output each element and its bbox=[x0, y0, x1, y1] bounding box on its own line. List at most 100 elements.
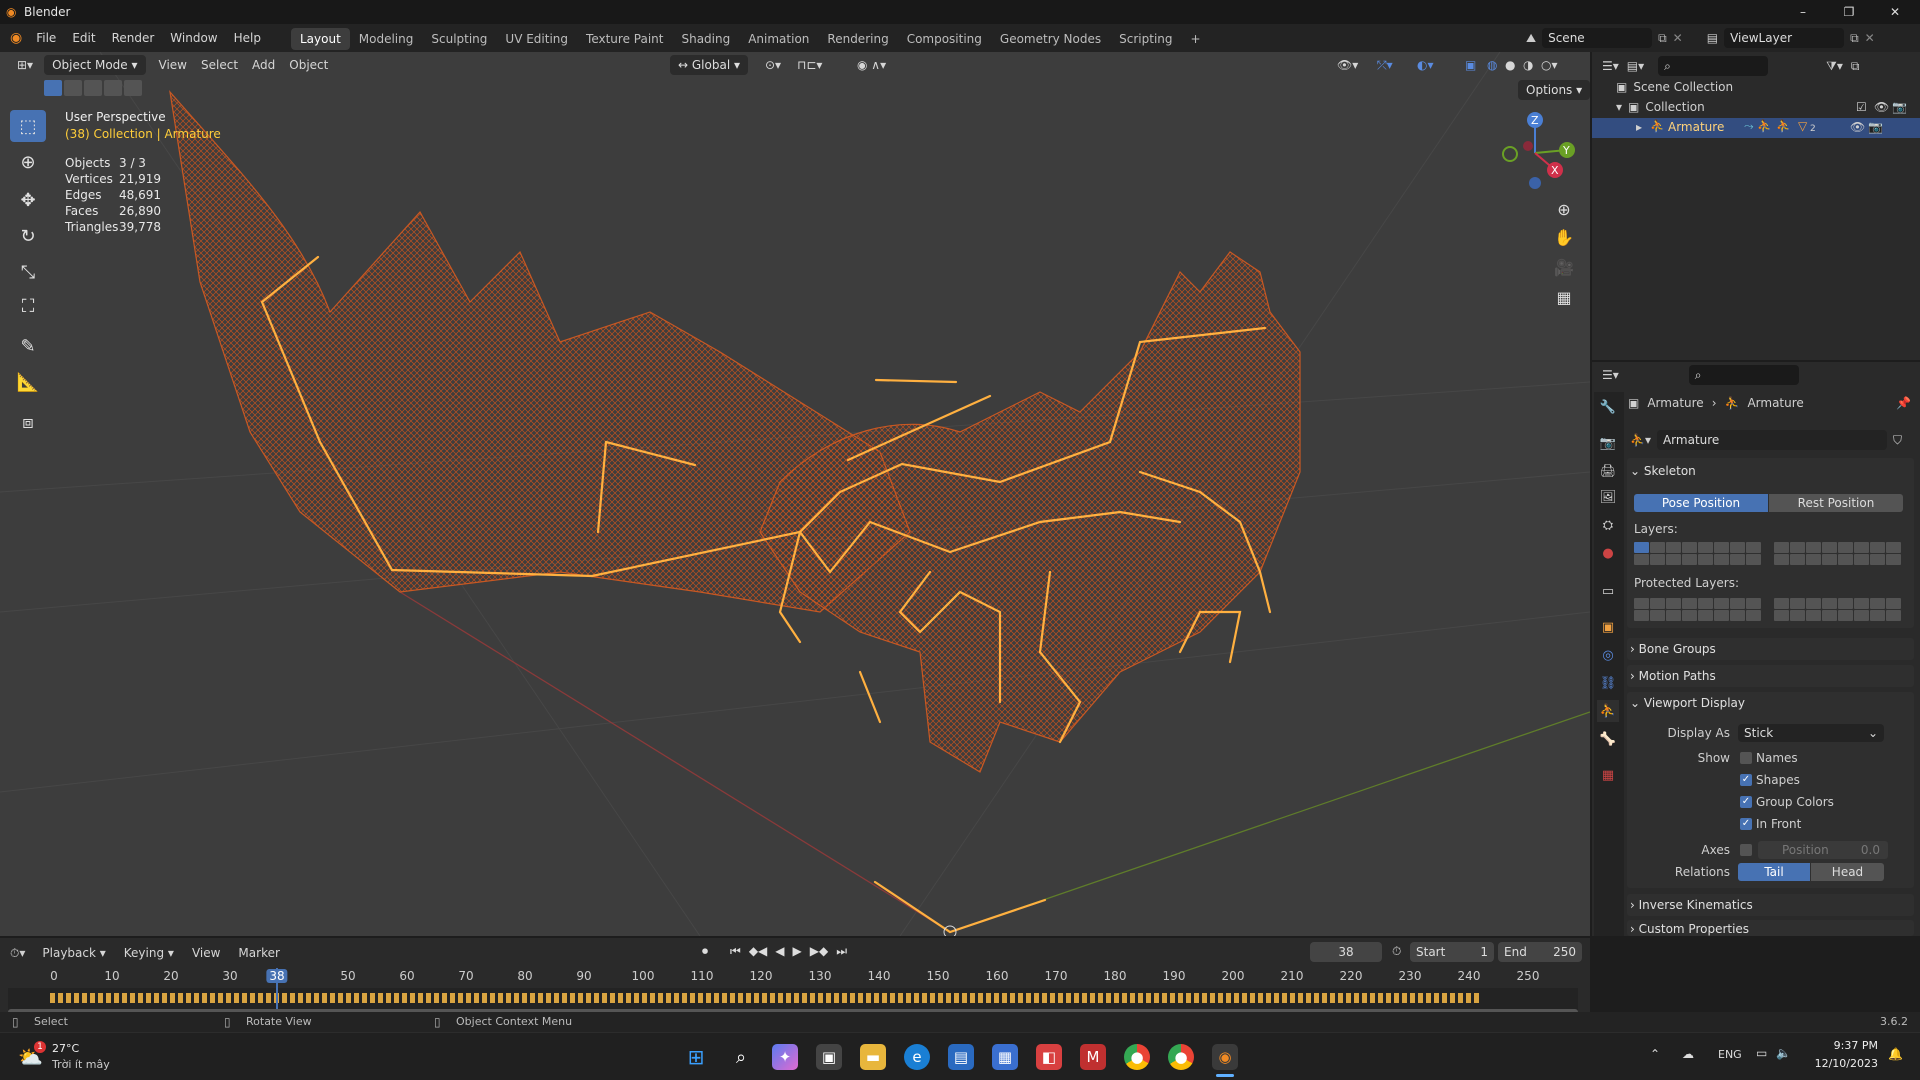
protected-layers-grid-right[interactable] bbox=[1774, 598, 1901, 621]
select-new-icon[interactable] bbox=[44, 80, 62, 96]
viewlayer-selector[interactable]: ViewLayer bbox=[1724, 28, 1845, 48]
include-checkbox-icon[interactable]: ☑ bbox=[1856, 100, 1867, 114]
chevron-up-icon[interactable]: ⌃ bbox=[1650, 1047, 1660, 1061]
outliner-scene-collection[interactable]: ▣ Scene Collection bbox=[1616, 80, 1733, 94]
viewport-menu-select[interactable]: Select bbox=[194, 54, 245, 76]
relations-tail-button[interactable]: Tail bbox=[1738, 863, 1810, 881]
file-explorer-icon[interactable]: ▬ bbox=[860, 1044, 886, 1070]
tab-uv-editing[interactable]: UV Editing bbox=[496, 28, 577, 50]
zoom-icon[interactable]: ⊕ bbox=[1551, 196, 1577, 222]
armature-data-tab-icon[interactable]: ⛹ bbox=[1597, 700, 1619, 722]
tab-shading[interactable]: Shading bbox=[672, 28, 739, 50]
outliner-collection[interactable]: ▾ ▣ Collection ☑ 👁 📷 bbox=[1616, 100, 1916, 114]
shapes-checkbox[interactable]: ✓ bbox=[1740, 774, 1752, 786]
object-tab-icon[interactable]: ▣ bbox=[1597, 616, 1619, 638]
display-as-dropdown[interactable]: Stick ⌄ bbox=[1738, 724, 1884, 742]
rendered-shading-icon[interactable]: ○▾ bbox=[1534, 54, 1565, 76]
viewport-menu-view[interactable]: View bbox=[152, 54, 194, 76]
keyframe-diamonds[interactable] bbox=[50, 993, 1480, 1003]
editor-type-icon[interactable]: ⊞▾ bbox=[10, 54, 40, 76]
tab-scripting[interactable]: Scripting bbox=[1110, 28, 1181, 50]
group-colors-checkbox[interactable]: ✓ bbox=[1740, 796, 1752, 808]
pin-icon[interactable]: 📌 bbox=[1896, 396, 1911, 410]
windows-start-icon[interactable]: ⊞ bbox=[683, 1044, 709, 1070]
pivot-icon[interactable]: ⊙▾ bbox=[758, 54, 788, 76]
move-tool[interactable]: ✥ bbox=[10, 184, 46, 216]
viewport-menu-object[interactable]: Object bbox=[282, 54, 335, 76]
fake-user-icon[interactable]: ⛉ bbox=[1893, 433, 1902, 448]
world-tab-icon[interactable]: ● bbox=[1597, 542, 1619, 564]
play-icon[interactable]: ▶ bbox=[793, 944, 802, 959]
store-icon[interactable]: ▦ bbox=[992, 1044, 1018, 1070]
tab-modeling[interactable]: Modeling bbox=[350, 28, 423, 50]
cursor-tool[interactable]: ⊕ bbox=[10, 146, 46, 178]
jump-start-icon[interactable]: ⏮ bbox=[730, 944, 741, 959]
new-collection-icon[interactable]: ⧉ bbox=[1851, 59, 1860, 74]
protected-layers-grid-left[interactable] bbox=[1634, 598, 1761, 621]
gizmo-toggle-icon[interactable]: ⤱▾ bbox=[1370, 54, 1400, 76]
eye-icon[interactable]: 👁 bbox=[1850, 120, 1865, 134]
clock-date[interactable]: 12/10/2023 bbox=[1808, 1057, 1878, 1070]
axes-checkbox[interactable] bbox=[1740, 844, 1752, 856]
volume-icon[interactable]: 🔈 bbox=[1776, 1046, 1791, 1060]
add-workspace-button[interactable]: + bbox=[1182, 28, 1210, 50]
measure-tool[interactable]: 📐 bbox=[10, 366, 46, 398]
edge-browser-icon[interactable]: e bbox=[904, 1044, 930, 1070]
blender-taskbar-icon[interactable]: ◉ bbox=[1212, 1044, 1238, 1070]
scale-tool[interactable]: ⤡ bbox=[10, 256, 46, 288]
layers-grid-left[interactable] bbox=[1634, 542, 1761, 565]
tab-texture-paint[interactable]: Texture Paint bbox=[577, 28, 672, 50]
mode-dropdown[interactable]: Object Mode ▾ bbox=[44, 55, 146, 75]
current-frame-field[interactable]: 38 bbox=[1310, 942, 1382, 962]
playback-menu[interactable]: Playback ▾ bbox=[35, 942, 112, 964]
in-front-checkbox[interactable]: ✓ bbox=[1740, 818, 1752, 830]
scene-icon[interactable]: ⛰ bbox=[1526, 31, 1536, 46]
snap-icon[interactable]: ⊓⊏▾ bbox=[790, 54, 829, 76]
outliner-search-input[interactable]: ⌕ bbox=[1658, 56, 1769, 76]
menu-edit[interactable]: Edit bbox=[64, 24, 103, 52]
viewport-menu-add[interactable]: Add bbox=[245, 54, 282, 76]
filter-icon[interactable]: ⧩▾ bbox=[1826, 59, 1843, 74]
expand-icon[interactable]: ▸ bbox=[1636, 120, 1642, 134]
pose-position-button[interactable]: Pose Position bbox=[1634, 494, 1768, 512]
app-icon[interactable]: ▤ bbox=[948, 1044, 974, 1070]
properties-editor-icon[interactable]: ☰▾ bbox=[1602, 368, 1619, 382]
record-icon[interactable]: ⏺ bbox=[702, 944, 708, 959]
chrome-icon[interactable]: ● bbox=[1124, 1044, 1150, 1070]
armature-data-icon[interactable]: ⛹▾ bbox=[1630, 433, 1651, 447]
properties-search-input[interactable]: ⌕ bbox=[1688, 365, 1799, 385]
next-keyframe-icon[interactable]: ▶◆ bbox=[810, 944, 828, 959]
scene-selector[interactable]: Scene bbox=[1542, 28, 1653, 48]
tab-sculpting[interactable]: Sculpting bbox=[422, 28, 496, 50]
new-scene-icon[interactable]: ⧉ bbox=[1658, 31, 1667, 46]
motion-paths-header[interactable]: › Motion Paths bbox=[1630, 669, 1716, 683]
relations-head-button[interactable]: Head bbox=[1811, 863, 1884, 881]
chrome-profile-icon[interactable]: ● bbox=[1168, 1044, 1194, 1070]
view-layer-tab-icon[interactable]: 🖼 bbox=[1597, 486, 1619, 508]
notifications-bell-icon[interactable]: 🔔 bbox=[1888, 1047, 1903, 1061]
viewport-display-header[interactable]: ⌄ Viewport Display bbox=[1630, 696, 1745, 710]
axes-position-field[interactable]: Position 0.0 bbox=[1758, 841, 1888, 859]
outliner-armature-row[interactable]: ▸ ⛹ Armature ⤳ ⛹ ⛹ ▽ 2 👁 📷 bbox=[1592, 118, 1920, 138]
tool-tab-icon[interactable]: 🔧 bbox=[1597, 396, 1619, 418]
blender-menu-icon[interactable]: ◉ bbox=[10, 30, 22, 46]
tab-animation[interactable]: Animation bbox=[739, 28, 818, 50]
texture-tab-icon[interactable]: ▦ bbox=[1597, 764, 1619, 786]
armature-name-field[interactable]: Armature bbox=[1656, 430, 1887, 450]
network-icon[interactable]: ▭ bbox=[1756, 1046, 1767, 1060]
menu-render[interactable]: Render bbox=[104, 24, 163, 52]
start-frame-field[interactable]: Start 1 bbox=[1410, 942, 1494, 962]
select-subtract-icon[interactable] bbox=[84, 80, 102, 96]
tab-layout[interactable]: Layout bbox=[290, 28, 350, 50]
copilot-icon[interactable]: ✦ bbox=[772, 1044, 798, 1070]
clock-time[interactable]: 9:37 PM bbox=[1818, 1039, 1878, 1052]
viewlayer-icon[interactable]: ▤ bbox=[1707, 31, 1718, 45]
menu-window[interactable]: Window bbox=[162, 24, 225, 52]
select-box-tool[interactable]: ⬚ bbox=[10, 110, 46, 142]
keying-menu[interactable]: Keying ▾ bbox=[117, 942, 181, 964]
menu-file[interactable]: File bbox=[28, 24, 64, 52]
display-mode-icon[interactable]: ▤▾ bbox=[1627, 59, 1644, 73]
eye-icon[interactable]: 👁 bbox=[1874, 100, 1889, 114]
task-view-icon[interactable]: ▣ bbox=[816, 1044, 842, 1070]
output-tab-icon[interactable]: 🖨 bbox=[1597, 460, 1619, 482]
